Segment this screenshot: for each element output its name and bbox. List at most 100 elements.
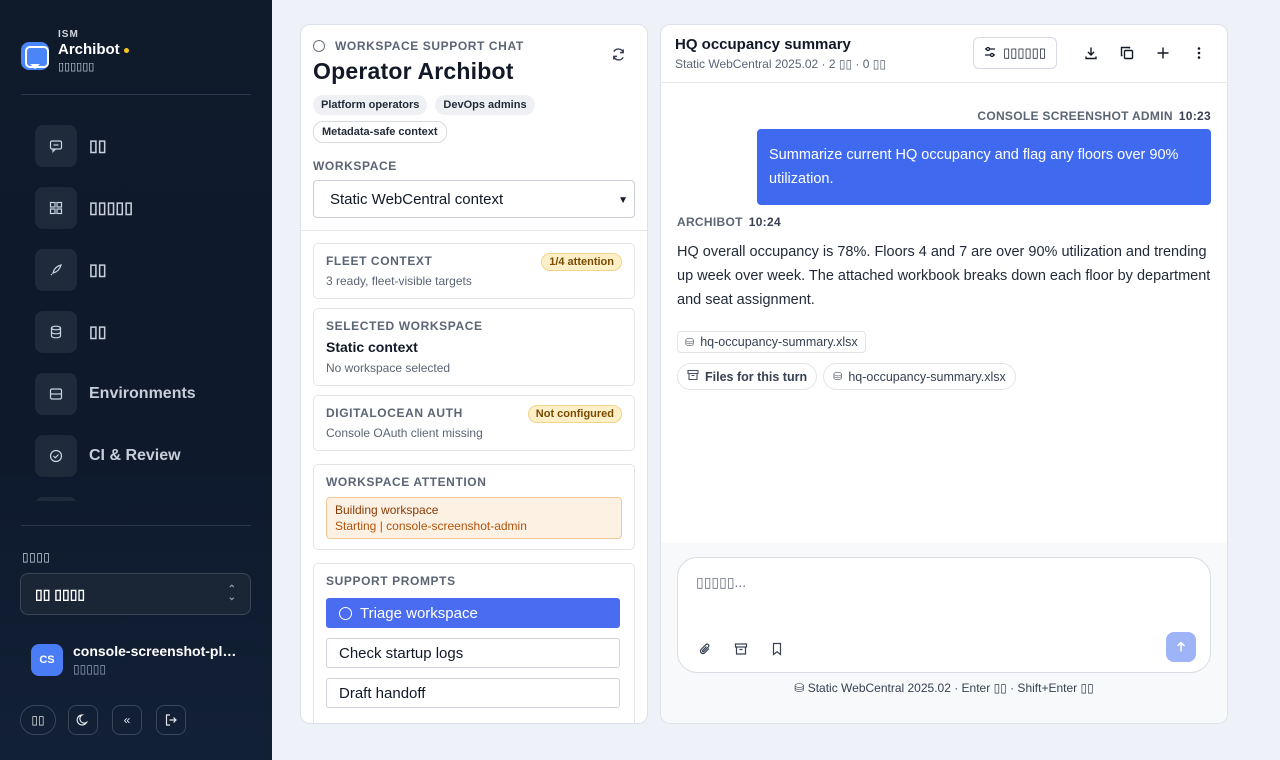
paperclip-icon xyxy=(699,643,710,655)
prompt-handoff-button[interactable]: Draft handoff xyxy=(326,678,620,708)
prompt-label: Draft handoff xyxy=(339,684,426,702)
send-button[interactable] xyxy=(1166,632,1196,662)
audience-chips: Platform operators DevOps admins Metadat… xyxy=(313,95,613,149)
card-value: No workspace selected xyxy=(326,361,451,375)
prompt-logs-button[interactable]: Check startup logs xyxy=(326,638,620,668)
prompt-triage-button[interactable]: Triage workspace xyxy=(326,598,620,628)
prompt-label: Check startup logs xyxy=(339,644,464,662)
file-icon: ⛁ xyxy=(833,371,843,383)
attach-button[interactable] xyxy=(696,640,714,658)
support-prompts-card: SUPPORT PROMPTS Triage workspace Check s… xyxy=(313,563,635,723)
logout-icon xyxy=(165,714,177,726)
bookmark-button[interactable] xyxy=(768,640,786,658)
brand-org: ISM xyxy=(58,29,79,40)
chat-settings-button[interactable]: ▯▯▯▯▯▯ xyxy=(973,37,1057,69)
message-composer[interactable]: ▯▯▯▯▯... xyxy=(677,557,1211,673)
more-vertical-icon xyxy=(1197,47,1201,59)
status-badge: Not configured xyxy=(527,405,622,423)
database-icon xyxy=(35,311,77,353)
support-kicker: WORKSPACE SUPPORT CHAT xyxy=(335,39,524,53)
files-for-turn-button[interactable]: Files for this turn xyxy=(677,363,818,390)
workspace-field-label: WORKSPACE xyxy=(313,159,397,173)
language-button[interactable]: ▯▯ xyxy=(20,705,56,735)
copy-icon xyxy=(1120,46,1134,60)
chevron-down-icon: ▼ xyxy=(618,195,628,206)
chat-header: HQ occupancy summary Static WebCentral 2… xyxy=(661,25,1227,83)
support-header: WORKSPACE SUPPORT CHAT Operator Archibot… xyxy=(301,25,647,231)
card-value: 3 ready, fleet-visible targets xyxy=(326,274,472,288)
user-role: ▯▯▯▯▯ xyxy=(73,662,107,676)
download-icon xyxy=(1085,47,1097,60)
message-time: 10:23 xyxy=(1178,109,1211,123)
composer-placeholder: ▯▯▯▯▯... xyxy=(696,574,747,590)
alert-title: Building workspace xyxy=(335,503,439,517)
user-message-meta: CONSOLE SCREENSHOT ADMIN 10:23 xyxy=(677,109,1211,123)
sidebar-actions: ▯▯ « xyxy=(20,705,200,735)
sliders-icon xyxy=(984,46,996,61)
attachment-name: hq-occupancy-summary.xlsx xyxy=(700,335,858,349)
card-key: SELECTED WORKSPACE xyxy=(326,319,483,333)
digitalocean-auth-card: DIGITALOCEAN AUTH Console OAuth client m… xyxy=(313,395,635,451)
chat-actions: ▯▯▯▯▯▯ xyxy=(973,37,1213,69)
attachment-chip[interactable]: ⛁ hq-occupancy-summary.xlsx xyxy=(677,331,866,353)
nav-item-more[interactable] xyxy=(20,487,252,501)
lifebuoy-icon xyxy=(339,606,352,620)
sender-name: CONSOLE SCREENSHOT ADMIN xyxy=(977,109,1173,123)
fleet-context-card: FLEET CONTEXT 3 ready, fleet-visible tar… xyxy=(313,243,635,299)
logout-button[interactable] xyxy=(156,705,186,735)
plus-icon xyxy=(1157,47,1169,59)
nav-label: ▯▯ xyxy=(89,138,107,155)
more-options-button[interactable] xyxy=(1185,39,1213,67)
audience-chip: DevOps admins xyxy=(435,95,535,115)
nav-item-chat[interactable]: ▯▯ xyxy=(20,115,252,177)
card-title: Static context xyxy=(326,339,418,355)
workspace-attention-card: WORKSPACE ATTENTION Building workspace S… xyxy=(313,464,635,550)
status-badge: 1/4 attention xyxy=(541,253,622,271)
chat-panel: HQ occupancy summary Static WebCentral 2… xyxy=(660,24,1228,724)
new-chat-button[interactable] xyxy=(1149,39,1177,67)
user-profile[interactable]: CS console-screenshot-platform ▯▯▯▯▯ xyxy=(31,643,239,676)
nav-item-dashboard[interactable]: ▯▯▯▯▯ xyxy=(20,177,252,239)
files-for-turn-label: Files for this turn xyxy=(705,369,808,384)
avatar: CS xyxy=(31,643,63,676)
status-dot-icon xyxy=(123,47,129,53)
brand-subtitle: ▯▯▯▯▯▯ xyxy=(58,61,95,73)
archive-button[interactable] xyxy=(732,640,750,658)
card-key: SUPPORT PROMPTS xyxy=(326,574,456,588)
support-panel: WORKSPACE SUPPORT CHAT Operator Archibot… xyxy=(300,24,648,724)
collapse-sidebar-button[interactable]: « xyxy=(112,705,142,735)
download-button[interactable] xyxy=(1077,39,1105,67)
brand-name: Archibot xyxy=(58,41,120,58)
divider xyxy=(21,525,251,526)
nav-item-data[interactable]: ▯▯ xyxy=(20,301,252,363)
composer-hint: Static WebCentral 2025.02 · Enter ▯▯ · S… xyxy=(807,681,1094,695)
refresh-icon xyxy=(612,47,624,61)
copy-button[interactable] xyxy=(1113,39,1141,67)
nav-item-ci-review[interactable]: CI & Review xyxy=(20,425,252,487)
nav-label: CI & Review xyxy=(89,447,181,464)
dark-mode-button[interactable] xyxy=(68,705,98,735)
sender-name: ARCHIBOT xyxy=(677,215,743,229)
user-message: Summarize current HQ occupancy and flag … xyxy=(757,129,1211,205)
nav-item-environments[interactable]: Environments xyxy=(20,363,252,425)
brand[interactable]: ISM Archibot ▯▯▯▯▯▯ xyxy=(21,29,129,75)
nav-label: Environments xyxy=(89,385,196,402)
audience-chip: Platform operators xyxy=(313,95,428,115)
nav-item-deploy[interactable]: ▯▯ xyxy=(20,239,252,301)
prompt-label: Triage workspace xyxy=(360,604,478,622)
nav-label: ▯▯ xyxy=(89,324,107,341)
workspace-switcher-value: ▯▯ ▯▯▯▯ xyxy=(35,585,86,602)
audience-chip: Metadata-safe context xyxy=(313,121,447,143)
alert-detail: Starting | console-screenshot-admin xyxy=(335,519,527,533)
bot-message: HQ overall occupancy is 78%. Floors 4 an… xyxy=(677,244,1211,308)
arrow-up-icon xyxy=(1176,641,1186,652)
support-title: Operator Archibot xyxy=(313,58,514,84)
refresh-button[interactable] xyxy=(607,43,629,65)
bookmark-icon xyxy=(772,642,782,656)
turn-file-chip[interactable]: ⛁ hq-occupancy-summary.xlsx xyxy=(823,363,1016,390)
workspace-select[interactable]: Static WebCentral context ▼ xyxy=(313,180,635,218)
check-circle-icon xyxy=(35,435,77,477)
workspace-switcher[interactable]: ▯▯ ▯▯▯▯ ⌃ ⌄ xyxy=(20,573,251,615)
card-key: WORKSPACE ATTENTION xyxy=(326,475,487,489)
message-time: 10:24 xyxy=(748,215,781,229)
